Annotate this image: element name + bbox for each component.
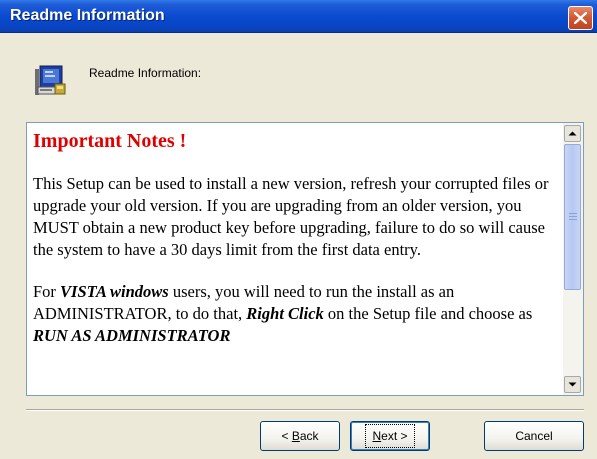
next-mnemonic: N xyxy=(372,429,382,443)
title-bar[interactable]: Readme Information xyxy=(0,0,597,33)
scroll-thumb[interactable] xyxy=(564,144,581,290)
computer-setup-icon xyxy=(35,65,66,95)
thumb-grip xyxy=(569,213,577,214)
next-button[interactable]: Next > xyxy=(350,421,430,451)
back-prefix: < xyxy=(281,429,292,443)
readme-content: Important Notes ! This Setup can be used… xyxy=(33,129,555,367)
readme-text-area[interactable]: Important Notes ! This Setup can be used… xyxy=(26,122,584,396)
close-icon xyxy=(574,12,587,24)
vista-windows-emphasis: VISTA windows xyxy=(60,282,169,301)
notes-title: Important Notes ! xyxy=(33,130,187,152)
cancel-button[interactable]: Cancel xyxy=(484,421,584,451)
run-as-admin-emphasis: RUN AS ADMINISTRATOR xyxy=(33,326,231,345)
back-mnemonic: B xyxy=(291,429,300,443)
para2-text: on the Setup file and choose as xyxy=(323,304,533,323)
para2-text: For xyxy=(33,282,61,301)
scroll-up-button[interactable] xyxy=(564,125,581,142)
window-title: Readme Information xyxy=(10,7,165,24)
vertical-scrollbar[interactable] xyxy=(563,123,583,395)
readme-paragraph-2: For VISTA windows users, you will need t… xyxy=(33,281,555,347)
next-label: ext > xyxy=(381,429,408,443)
close-button[interactable] xyxy=(568,6,593,30)
right-click-emphasis: Right Click xyxy=(246,304,324,323)
header-label: Readme Information: xyxy=(89,66,202,80)
thumb-grip xyxy=(569,219,577,220)
separator-line xyxy=(26,409,584,411)
back-label: ack xyxy=(299,429,319,443)
readme-paragraph-1: This Setup can be used to install a new … xyxy=(33,174,549,259)
readme-dialog: Readme Information Readme Information: I… xyxy=(0,0,597,459)
scroll-down-button[interactable] xyxy=(564,376,581,393)
thumb-grip xyxy=(569,216,577,217)
arrow-up-icon xyxy=(568,131,577,136)
back-button[interactable]: < Back xyxy=(260,421,340,451)
next-focus: Next > xyxy=(365,424,415,448)
arrow-down-icon xyxy=(568,382,577,387)
